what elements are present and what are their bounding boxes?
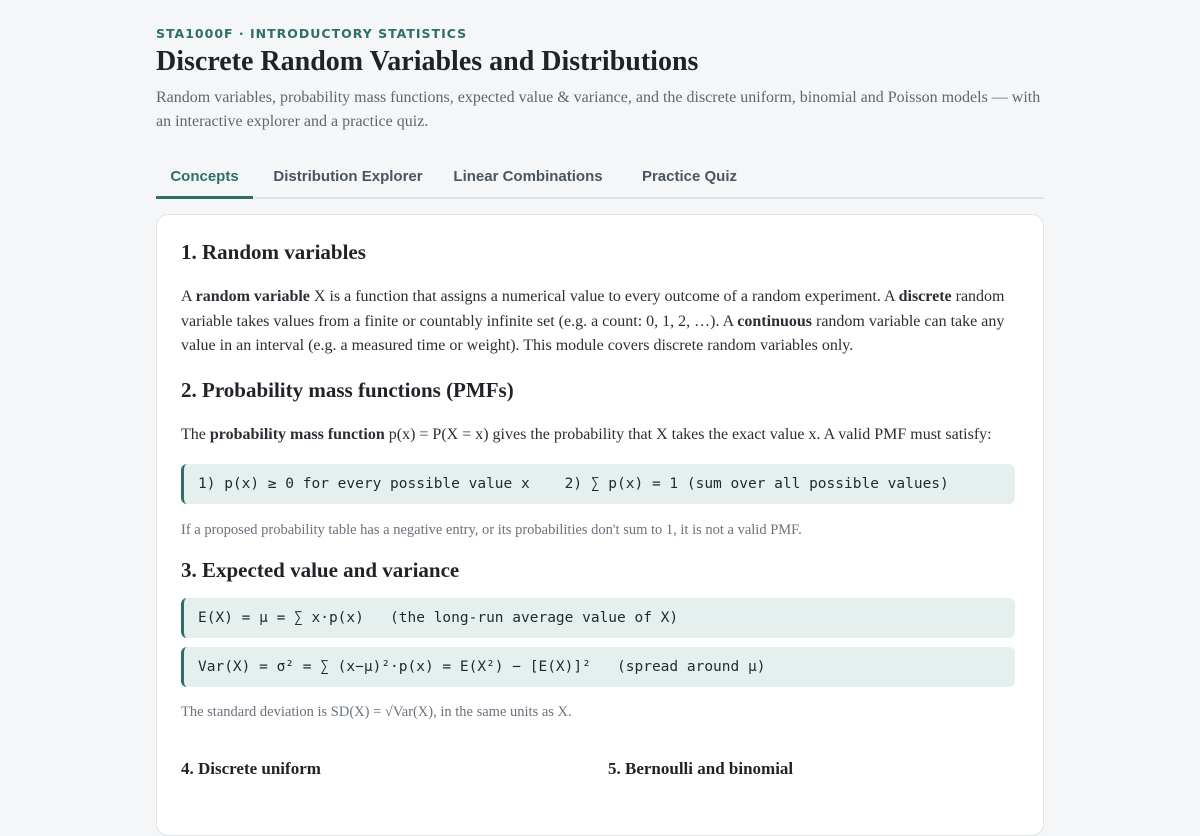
pmf-conditions-formula: 1) p(x) ≥ 0 for every possible value x 2…: [181, 464, 1015, 504]
pmf-paragraph: The probability mass function p(x) = P(X…: [181, 426, 992, 443]
section-heading-random-variables: 1. Random variables: [181, 240, 366, 264]
random-variables-paragraph: A random variable X is a function that a…: [181, 288, 1005, 354]
subsection-heading-bernoulli-binomial: 5. Bernoulli and binomial: [608, 759, 794, 778]
tab-practice-quiz[interactable]: Practice Quiz: [632, 158, 747, 197]
section-heading-expected-value: 3. Expected value and variance: [181, 558, 460, 582]
bold-term: random variable: [195, 288, 310, 305]
tab-concepts[interactable]: Concepts: [156, 158, 253, 199]
tab-linear-combinations[interactable]: Linear Combinations: [448, 158, 608, 197]
bold-term: probability mass function: [209, 426, 385, 443]
pmf-note: If a proposed probability table has a ne…: [181, 522, 802, 538]
expected-value-formula: E(X) = μ = ∑ x·p(x) (the long-run averag…: [181, 598, 1015, 638]
tab-bar: Concepts Distribution Explorer Linear Co…: [156, 158, 1044, 199]
concepts-card: 1. Random variables A random variable X …: [156, 214, 1044, 836]
subsection-heading-discrete-uniform: 4. Discrete uniform: [181, 759, 321, 778]
section-heading-pmf: 2. Probability mass functions (PMFs): [181, 378, 514, 402]
standard-deviation-note: The standard deviation is SD(X) = √Var(X…: [181, 704, 572, 720]
tab-distribution-explorer[interactable]: Distribution Explorer: [261, 158, 435, 197]
variance-formula: Var(X) = σ² = ∑ (x−μ)²·p(x) = E(X²) − [E…: [181, 647, 1015, 687]
bold-term: discrete: [898, 288, 952, 305]
page-title: Discrete Random Variables and Distributi…: [156, 46, 699, 77]
course-code: STA1000F · INTRODUCTORY STATISTICS: [156, 26, 468, 41]
bold-term: continuous: [737, 312, 812, 330]
page-subtitle: Random variables, probability mass funct…: [156, 89, 1041, 130]
